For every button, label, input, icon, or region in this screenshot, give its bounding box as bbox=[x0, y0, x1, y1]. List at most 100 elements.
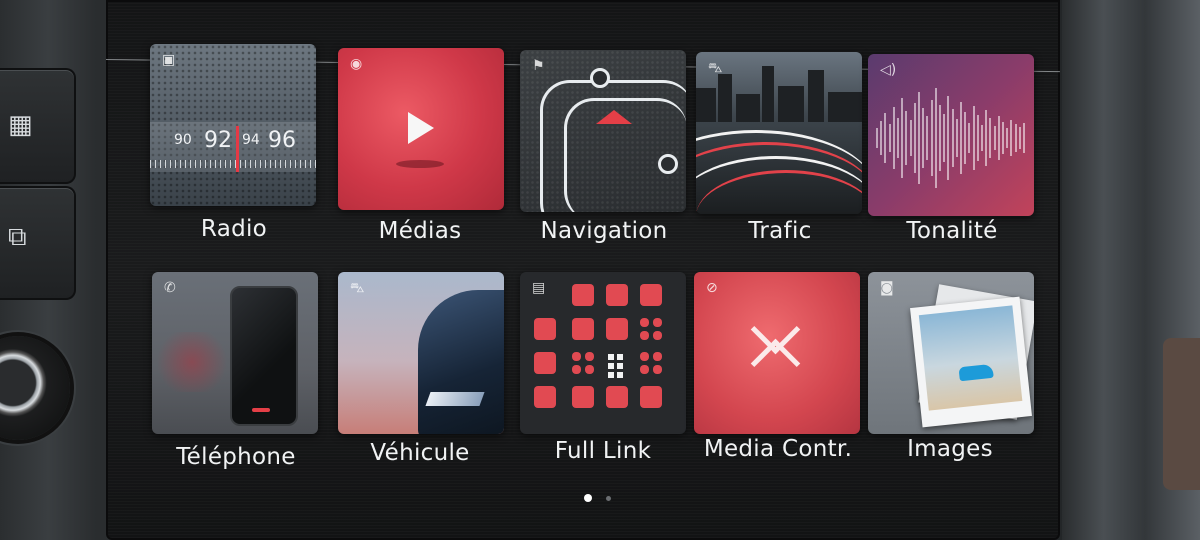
app-label-navigation[interactable]: Navigation bbox=[504, 218, 704, 244]
app-tile-medias[interactable]: ◉ bbox=[338, 48, 504, 210]
waveform-bar bbox=[993, 126, 996, 150]
app-grid-square bbox=[534, 386, 556, 408]
page-indicator-active[interactable] bbox=[584, 494, 592, 502]
app-tile-navigation[interactable]: ⚑ bbox=[520, 50, 686, 212]
photo-landscape bbox=[918, 305, 1023, 411]
navigation-arrow-icon bbox=[596, 110, 632, 124]
app-grid-square bbox=[640, 331, 649, 340]
app-grid-square bbox=[572, 365, 581, 374]
waveform-bar bbox=[989, 118, 992, 158]
app-grid-dot bbox=[617, 354, 623, 360]
app-grid-square bbox=[653, 318, 662, 327]
waveform-bar bbox=[985, 110, 988, 166]
city-building bbox=[736, 94, 760, 122]
waveform-bar bbox=[880, 121, 883, 155]
nav-waypoint-start bbox=[590, 68, 610, 88]
waveform-bar bbox=[976, 115, 979, 161]
app-label-full-link[interactable]: Full Link bbox=[503, 438, 703, 464]
waveform-bar bbox=[1014, 124, 1017, 152]
app-tile-full-link[interactable]: ▤ bbox=[520, 272, 686, 434]
waveform-bar bbox=[972, 106, 975, 170]
app-label-images[interactable]: Images bbox=[850, 436, 1050, 462]
app-tile-vehicule[interactable]: ⛍ bbox=[338, 272, 504, 434]
photo-car bbox=[958, 363, 994, 382]
city-building bbox=[808, 70, 824, 122]
media-play-icon bbox=[408, 112, 434, 144]
grid-icon: ▦ bbox=[8, 110, 33, 140]
waveform-bar bbox=[964, 112, 967, 164]
waveform-bar bbox=[905, 111, 908, 165]
waveform-bar bbox=[939, 105, 941, 171]
hardware-menu-button[interactable]: ▦ bbox=[0, 68, 76, 184]
city-building bbox=[778, 86, 804, 122]
app-tile-tonalite[interactable]: ◁) bbox=[868, 54, 1034, 216]
dashboard-felt-pad bbox=[1163, 338, 1200, 490]
play-circle-icon: ◉ bbox=[350, 56, 363, 72]
camera-icon: ◙ bbox=[880, 280, 894, 296]
waveform-bar bbox=[1023, 123, 1025, 153]
app-grid-square bbox=[585, 365, 594, 374]
waveform-bar bbox=[876, 128, 878, 148]
waveform-bar bbox=[947, 96, 950, 180]
app-tile-media-contr[interactable]: ⊘ bbox=[694, 272, 860, 434]
app-label-trafic[interactable]: Trafic bbox=[680, 218, 880, 244]
infotainment-screen: ▣ 90 92 94 96 Radio ◉ Médias ⚑ Navigatio… bbox=[106, 0, 1060, 540]
waveform-bar bbox=[955, 119, 958, 157]
app-tile-telephone[interactable]: ✆ bbox=[152, 272, 318, 434]
app-grid-square bbox=[572, 352, 581, 361]
speaker-icon: ◁) bbox=[880, 62, 897, 78]
flag-icon: ⚑ bbox=[532, 58, 545, 74]
app-grid-dot bbox=[617, 363, 623, 369]
app-grid-dot bbox=[608, 354, 614, 360]
waveform-bar bbox=[997, 116, 1000, 160]
radio-freq-94: 94 bbox=[242, 132, 260, 148]
app-grid-square bbox=[606, 386, 628, 408]
waveform-bar bbox=[960, 102, 962, 174]
smartphone-icon bbox=[230, 286, 298, 426]
app-grid-square bbox=[585, 352, 594, 361]
no-signal-icon: ⊘ bbox=[706, 280, 718, 296]
app-label-medias[interactable]: Médias bbox=[320, 218, 520, 244]
waveform-bar bbox=[922, 108, 925, 168]
app-grid-square bbox=[534, 318, 556, 340]
radio-freq-96: 96 bbox=[268, 128, 296, 153]
page-indicator-inactive[interactable] bbox=[606, 496, 611, 501]
waveform-bar bbox=[1018, 127, 1021, 149]
city-building bbox=[696, 88, 716, 122]
app-label-telephone[interactable]: Téléphone bbox=[136, 444, 336, 470]
waveform-bar bbox=[943, 114, 946, 162]
app-grid-square bbox=[606, 318, 628, 340]
app-grid-square bbox=[572, 386, 594, 408]
app-label-vehicule[interactable]: Véhicule bbox=[320, 440, 520, 466]
car-headlight bbox=[425, 392, 485, 406]
app-tile-trafic[interactable]: ⛍ bbox=[696, 52, 862, 214]
phone-handset-icon: ✆ bbox=[164, 280, 176, 296]
app-label-tonalite[interactable]: Tonalité bbox=[852, 218, 1052, 244]
waveform-bar bbox=[1010, 120, 1013, 156]
radio-freq-92: 92 bbox=[204, 128, 232, 153]
app-label-media-contr[interactable]: Media Contr. bbox=[678, 436, 878, 462]
app-grid-square bbox=[640, 365, 649, 374]
waveform-bar bbox=[918, 92, 920, 184]
waveform-bar bbox=[888, 124, 891, 152]
waveform-bar bbox=[1006, 128, 1009, 148]
radio-icon: ▣ bbox=[162, 52, 176, 68]
waveform-bar bbox=[909, 120, 912, 156]
app-grid-square bbox=[640, 318, 649, 327]
waveform-bar bbox=[901, 98, 904, 178]
waveform-bar bbox=[951, 109, 954, 167]
waveform-bar bbox=[897, 118, 899, 158]
city-building bbox=[828, 92, 862, 122]
app-grid-square bbox=[640, 284, 662, 306]
app-grid-square bbox=[606, 284, 628, 306]
hardware-phone-link-button[interactable]: ⧉ bbox=[0, 186, 76, 300]
waveform-bar bbox=[1002, 122, 1004, 154]
app-label-radio[interactable]: Radio bbox=[134, 216, 334, 242]
chevron-up-icon bbox=[750, 338, 801, 389]
app-grid-dot bbox=[608, 363, 614, 369]
waveform-bar bbox=[934, 88, 937, 188]
app-tile-radio[interactable]: ▣ 90 92 94 96 bbox=[150, 44, 316, 206]
app-tile-images[interactable]: ◙ bbox=[868, 272, 1034, 434]
phone-link-icon: ⧉ bbox=[8, 222, 27, 252]
waveform-bar bbox=[930, 100, 933, 176]
